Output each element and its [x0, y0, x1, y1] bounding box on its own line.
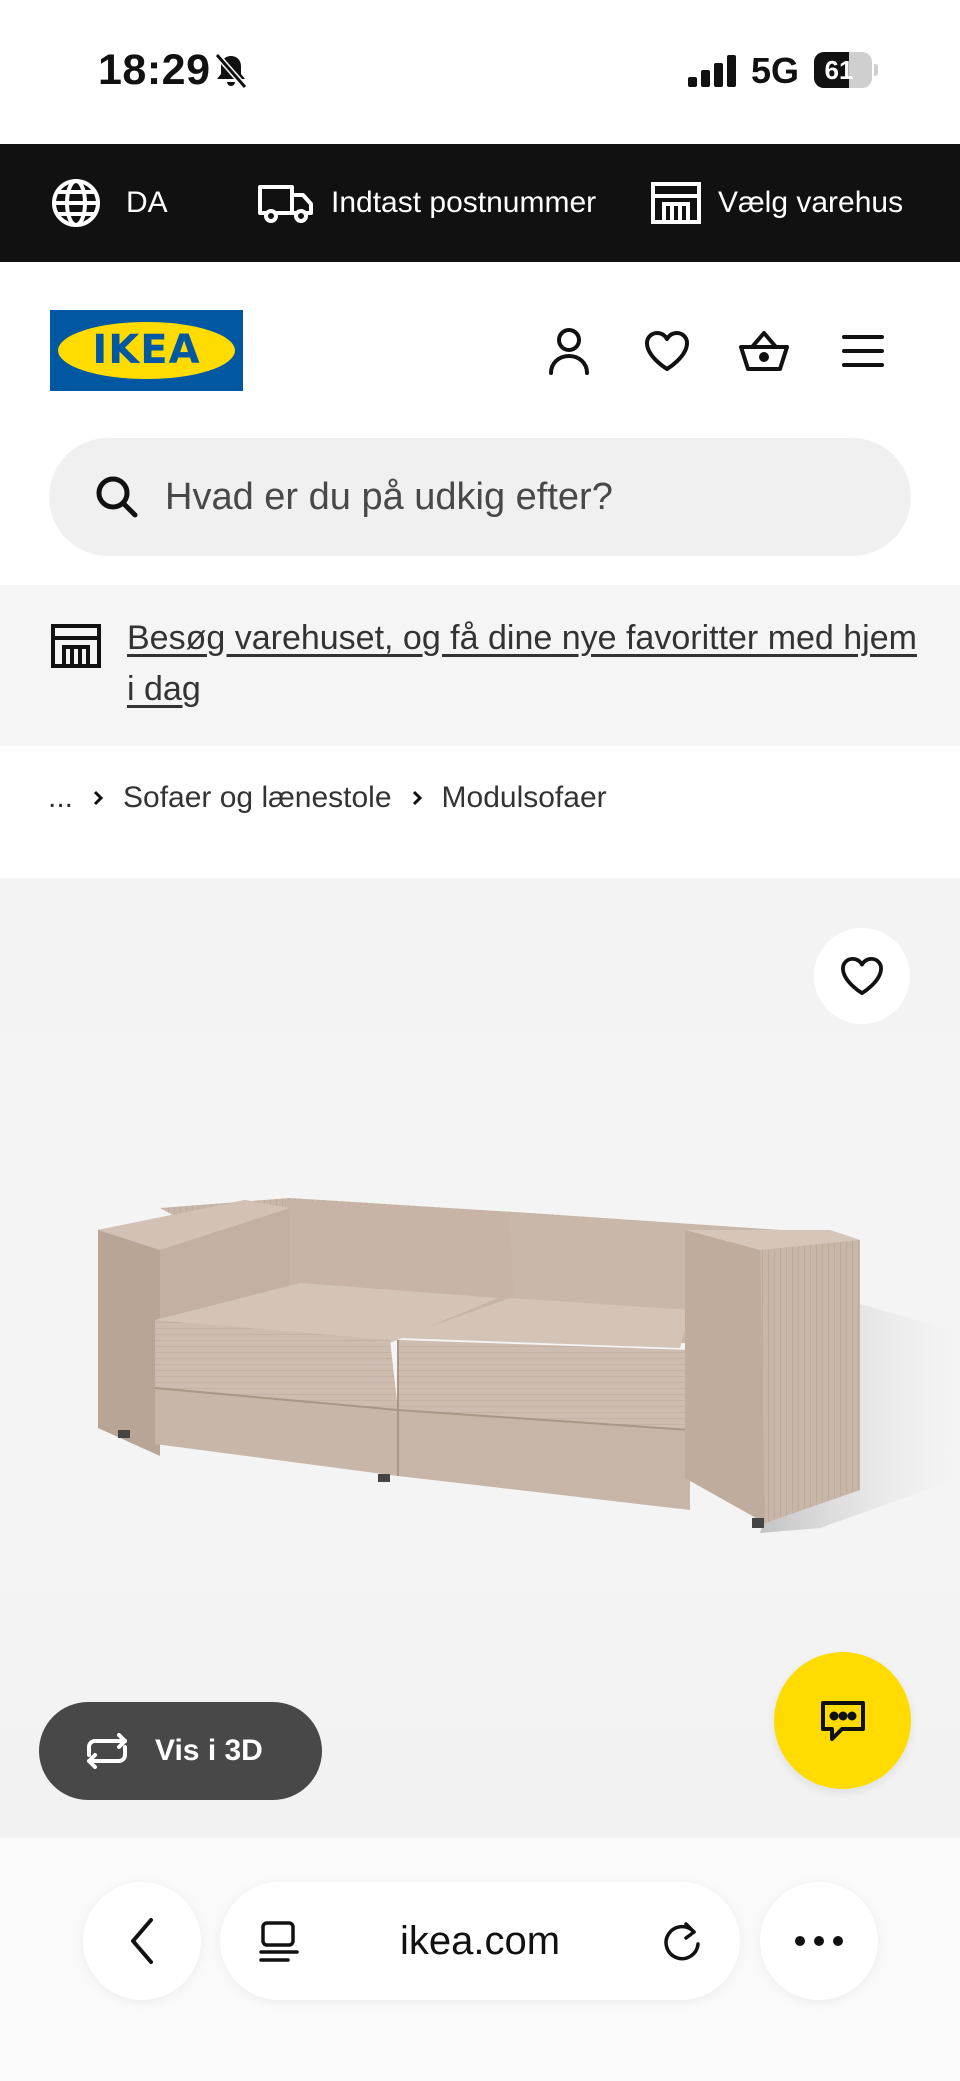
search-input[interactable]: [165, 438, 865, 556]
add-to-favourites-button[interactable]: [814, 928, 910, 1024]
menu-icon: [842, 335, 884, 367]
view-3d-label: Vis i 3D: [155, 1734, 263, 1767]
address-bar[interactable]: ikea.com: [220, 1882, 740, 2000]
status-time: 18:29: [98, 46, 211, 94]
ikea-logo[interactable]: IKEA: [50, 310, 243, 391]
more-options-button[interactable]: [760, 1882, 878, 2000]
url-text: ikea.com: [399, 1919, 561, 1963]
heart-icon: [841, 956, 883, 996]
chat-button[interactable]: [774, 1652, 911, 1789]
globe-icon: [52, 179, 100, 227]
product-image-gallery[interactable]: Vis i 3D: [0, 878, 960, 1838]
store-visit-link[interactable]: Besøg varehuset, og få dine nye favoritt…: [127, 613, 917, 715]
breadcrumb-sofas[interactable]: Sofaer og lænestole: [123, 781, 392, 815]
reload-icon[interactable]: [660, 1920, 704, 1964]
search-bar[interactable]: [49, 438, 911, 556]
logo-text: IKEA: [92, 327, 201, 373]
search-icon: [96, 476, 138, 518]
breadcrumb-ellipsis[interactable]: ...: [48, 781, 73, 815]
basket-icon: [739, 331, 789, 371]
favourites-button[interactable]: [640, 324, 694, 378]
page-menu-icon: [259, 1921, 299, 1962]
store-selector[interactable]: Vælg varehus: [650, 144, 903, 262]
browser-toolbar: ikea.com: [0, 1838, 960, 2081]
user-icon: [549, 328, 589, 375]
language-selector[interactable]: DA: [50, 144, 168, 262]
more-icon: [795, 1936, 843, 1946]
breadcrumb: ... Sofaer og lænestole Modulsofaer: [48, 778, 607, 818]
battery-label: 61: [824, 55, 854, 85]
store-icon: [51, 624, 101, 668]
back-button[interactable]: [83, 1882, 201, 2000]
store-banner: Besøg varehuset, og få dine nye favoritt…: [0, 585, 960, 746]
site-header: IKEA: [0, 262, 960, 438]
chevron-right-icon: [410, 788, 424, 808]
status-bar: 18:29 5G 61: [0, 0, 960, 144]
chevron-right-icon: [91, 788, 105, 808]
postal-code-label: Indtast postnummer: [331, 186, 597, 219]
signal-icon: [688, 55, 736, 87]
heart-icon: [645, 331, 689, 371]
breadcrumb-modular-sofas[interactable]: Modulsofaer: [442, 781, 607, 815]
truck-icon: [258, 185, 313, 223]
menu-button[interactable]: [836, 324, 890, 378]
network-type: 5G: [751, 50, 800, 91]
chat-icon: [820, 1700, 865, 1741]
utility-bar: DA Indtast postnummer Vælg varehus: [0, 144, 960, 262]
chevron-left-icon: [131, 1918, 153, 1964]
language-label: DA: [126, 186, 168, 219]
postal-code-button[interactable]: Indtast postnummer: [257, 144, 596, 262]
bell-muted-icon: [214, 53, 248, 89]
view-3d-button[interactable]: Vis i 3D: [39, 1702, 322, 1800]
account-button[interactable]: [542, 324, 596, 378]
basket-button[interactable]: [737, 324, 791, 378]
rotate-3d-icon: [87, 1733, 127, 1769]
store-icon: [651, 182, 701, 224]
store-label: Vælg varehus: [718, 186, 904, 219]
battery-icon: 61: [814, 52, 878, 88]
